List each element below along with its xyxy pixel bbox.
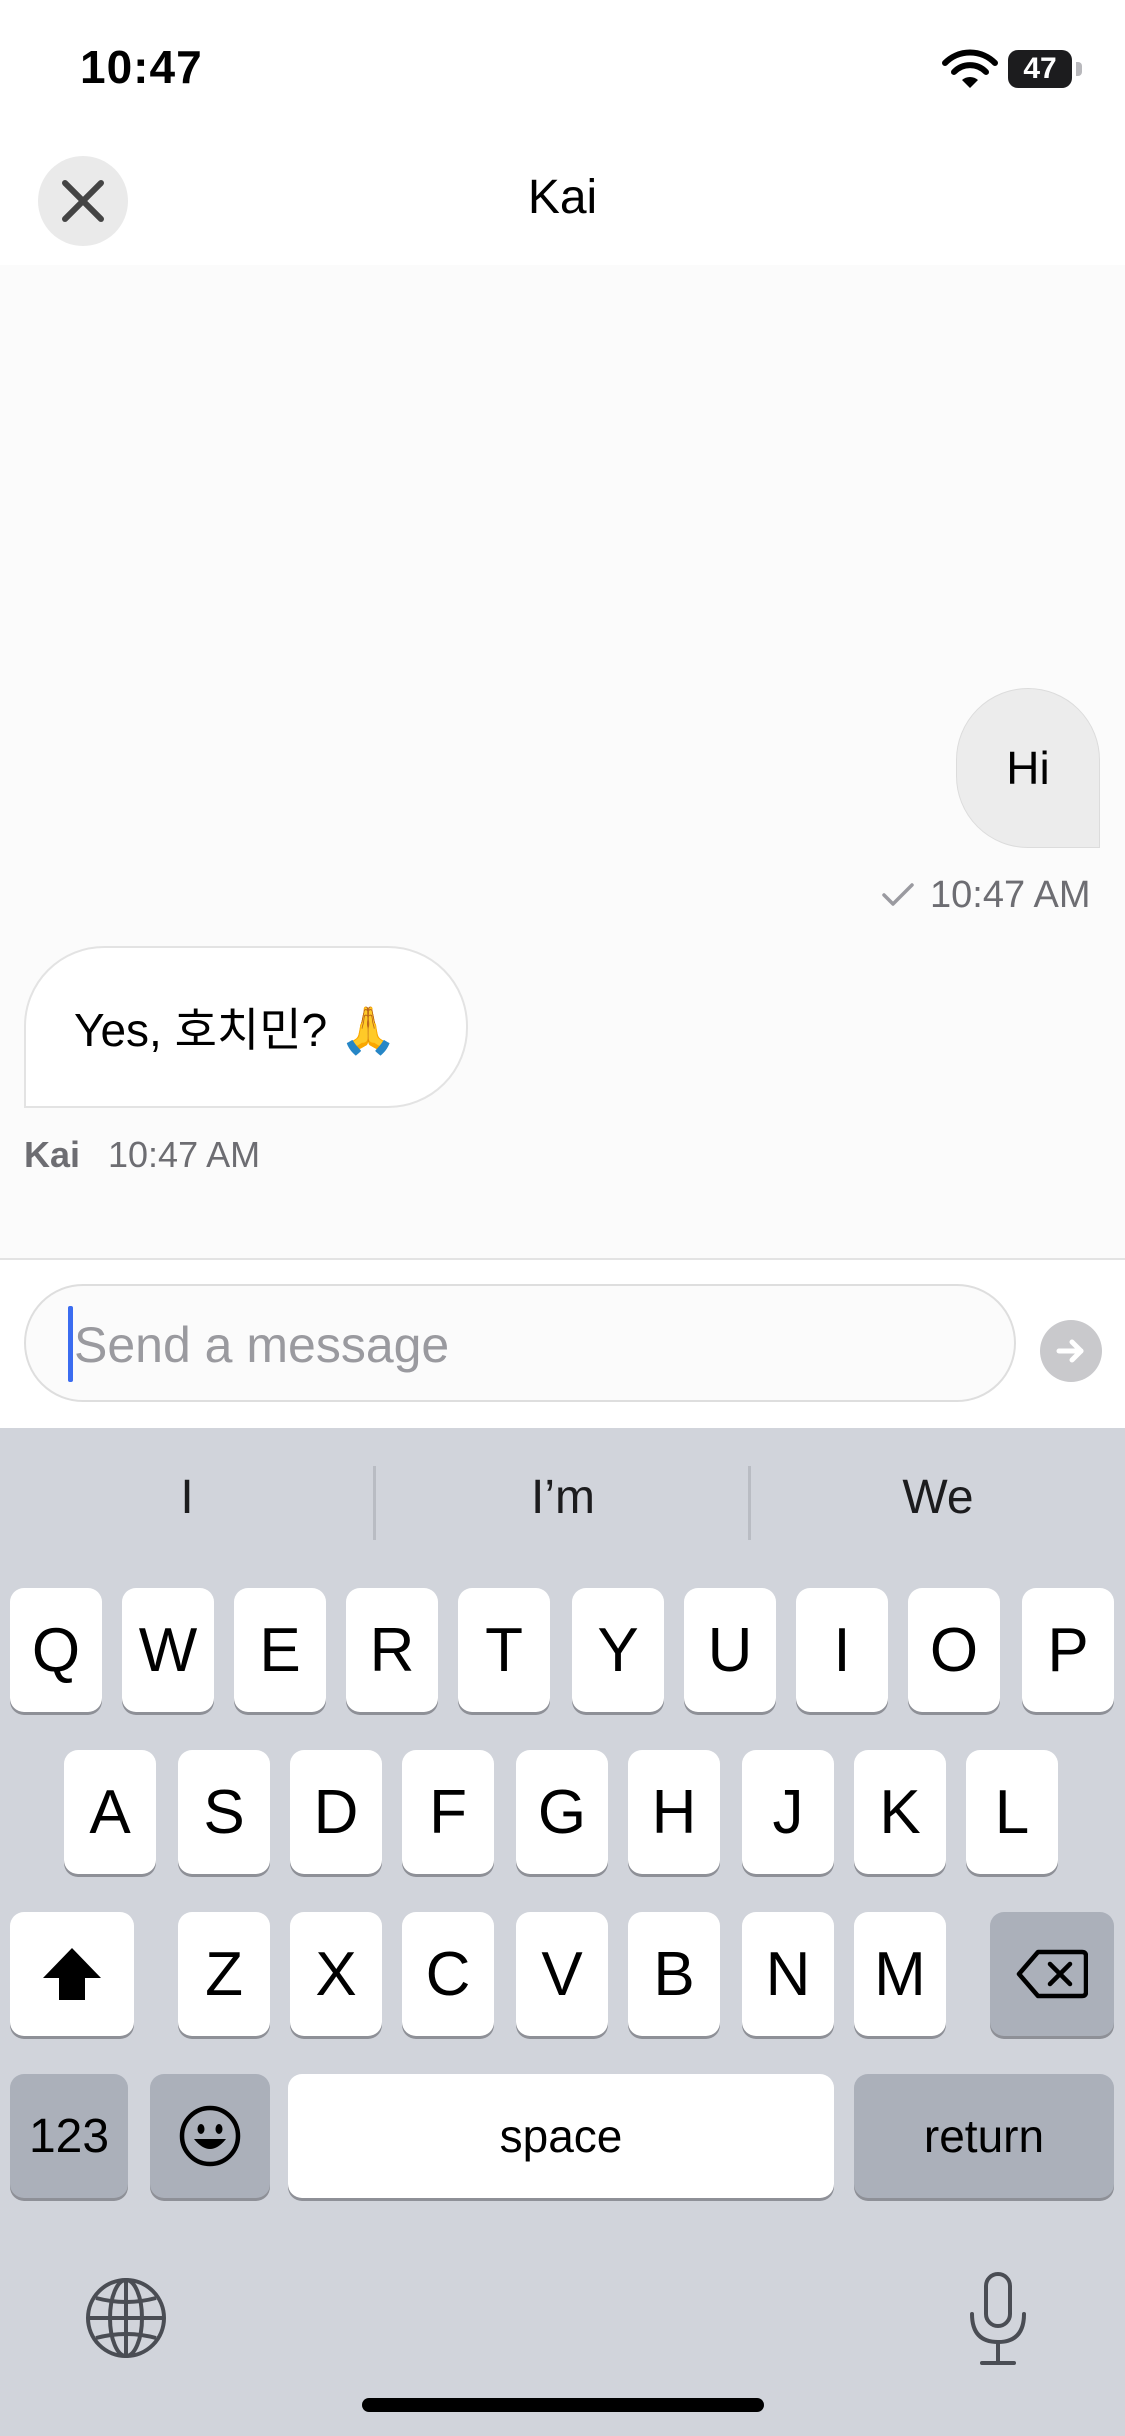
key-t[interactable]: T [458,1588,550,1712]
globe-icon[interactable] [84,2276,168,2360]
wifi-icon [942,49,998,88]
key-z[interactable]: Z [178,1912,270,2036]
incoming-message-bubble[interactable]: Yes, 호치민? 🙏 [24,946,468,1108]
key-q[interactable]: Q [10,1588,102,1712]
conversation-title: Kai [527,171,598,224]
outgoing-message-text: Hi [1006,742,1050,794]
suggestion-1[interactable]: I [0,1470,374,1525]
microphone-icon[interactable] [962,2270,1034,2370]
incoming-message-sender: Kai [24,1134,81,1175]
key-v[interactable]: V [516,1912,608,2036]
close-icon [62,180,104,222]
key-g[interactable]: G [516,1750,608,1874]
key-e[interactable]: E [234,1588,326,1712]
key-r[interactable]: R [346,1588,438,1712]
key-c[interactable]: C [402,1912,494,2036]
battery-tip [1076,62,1082,76]
text-cursor [68,1306,73,1382]
key-i[interactable]: I [796,1588,888,1712]
key-d[interactable]: D [290,1750,382,1874]
incoming-message-time: 10:47 AM [108,1134,261,1175]
key-n[interactable]: N [742,1912,834,2036]
key-u[interactable]: U [684,1588,776,1712]
key-k[interactable]: K [854,1750,946,1874]
check-icon [882,883,914,906]
key-w[interactable]: W [122,1588,214,1712]
key-m[interactable]: M [854,1912,946,2036]
arrow-right-icon [1056,1339,1084,1363]
message-input-placeholder: Send a message [74,1317,450,1373]
numbers-key[interactable]: 123 [10,2074,128,2198]
suggestion-3[interactable]: We [751,1470,1125,1525]
shift-icon [43,1948,101,2000]
emoji-key[interactable] [150,2074,270,2198]
key-j[interactable]: J [742,1750,834,1874]
shift-key[interactable] [10,1912,134,2036]
key-y[interactable]: Y [572,1588,664,1712]
key-s[interactable]: S [178,1750,270,1874]
key-a[interactable]: A [64,1750,156,1874]
space-key[interactable]: space [288,2074,834,2198]
send-button[interactable] [1040,1320,1102,1382]
key-o[interactable]: O [908,1588,1000,1712]
close-button[interactable] [38,156,128,246]
key-f[interactable]: F [402,1750,494,1874]
return-key[interactable]: return [854,2074,1114,2198]
incoming-message-text: Yes, 호치민? 🙏 [74,1004,398,1056]
emoji-icon [179,2105,241,2167]
suggestion-2[interactable]: I’m [376,1470,750,1525]
delete-icon [1016,1949,1088,1999]
home-indicator [362,2398,764,2412]
outgoing-message-time: 10:47 AM [930,874,1091,916]
status-time: 10:47 [80,41,203,93]
key-x[interactable]: X [290,1912,382,2036]
battery-icon: 47 [1008,50,1072,88]
key-b[interactable]: B [628,1912,720,2036]
outgoing-message-bubble[interactable]: Hi [956,688,1100,848]
key-h[interactable]: H [628,1750,720,1874]
key-p[interactable]: P [1022,1588,1114,1712]
delete-key[interactable] [990,1912,1114,2036]
key-l[interactable]: L [966,1750,1058,1874]
